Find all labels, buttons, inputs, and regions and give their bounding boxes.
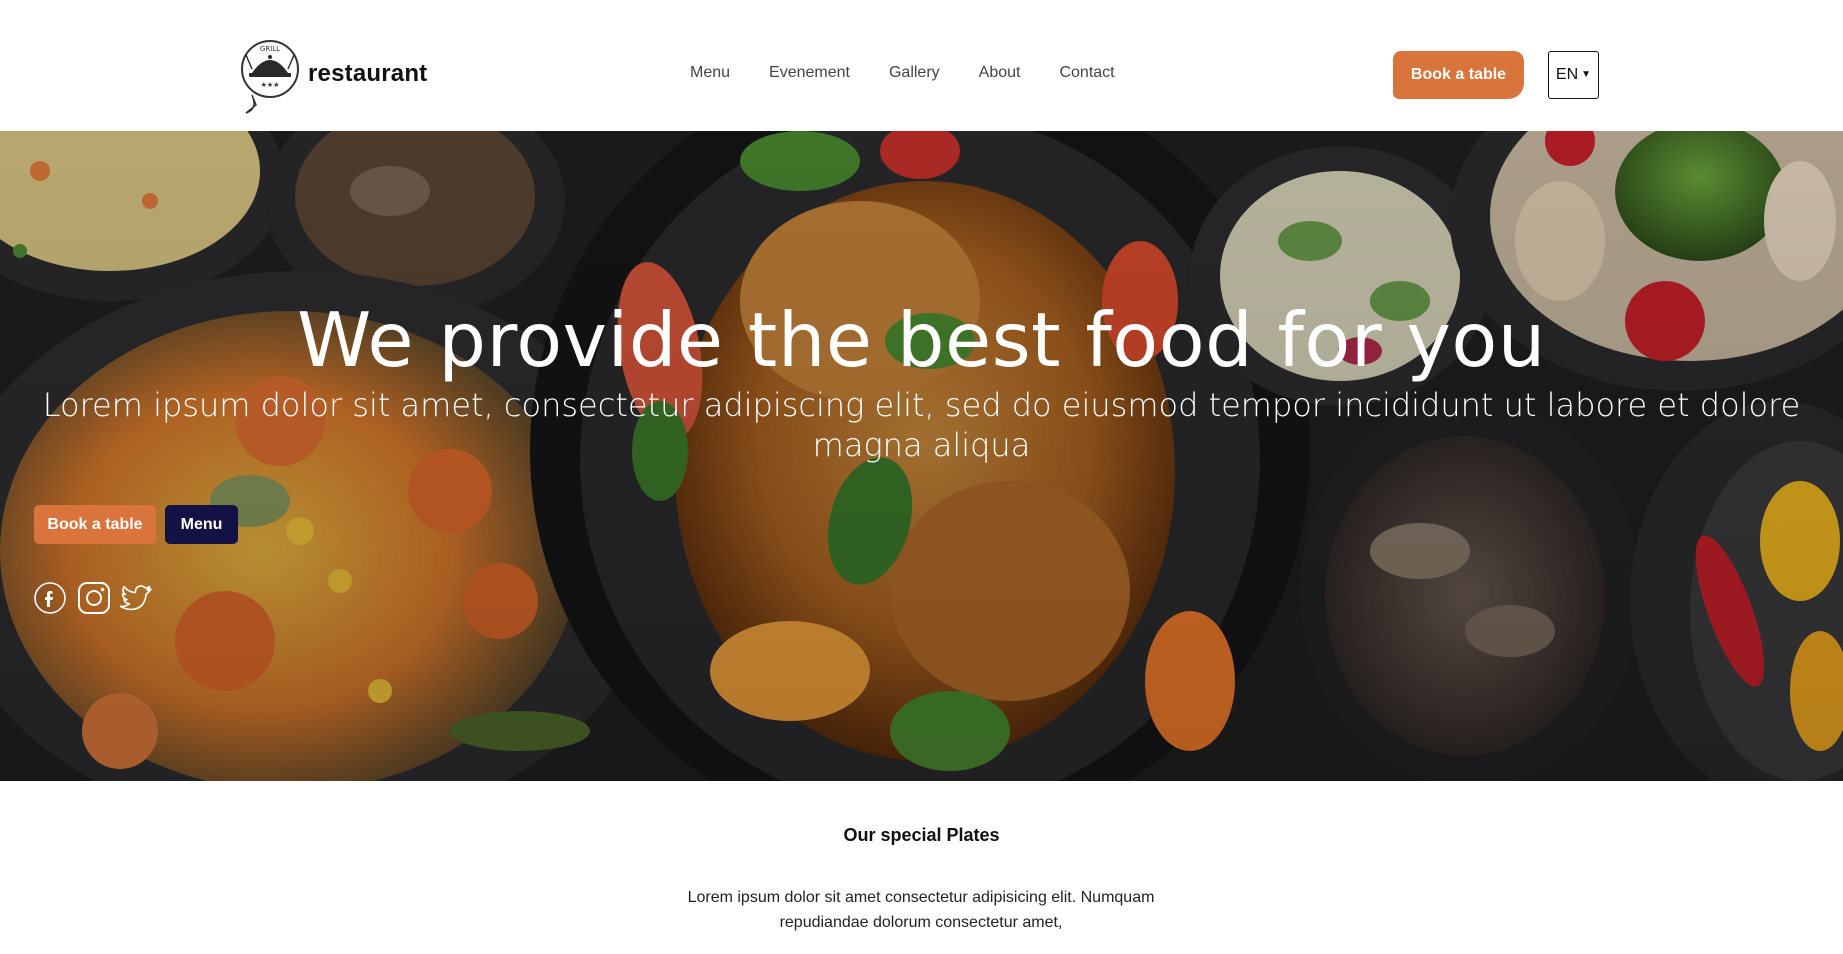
twitter-icon[interactable]: [120, 581, 154, 615]
nav-about[interactable]: About: [979, 64, 1021, 88]
hero-title: We provide the best food for you: [297, 296, 1546, 384]
nav-contact[interactable]: Contact: [1059, 64, 1114, 88]
logo[interactable]: GRILL ★★★ restaurant: [238, 33, 427, 115]
instagram-icon[interactable]: [77, 581, 111, 615]
svg-text:★★★: ★★★: [261, 81, 280, 89]
book-table-button[interactable]: Book a table: [1393, 51, 1524, 99]
site-header: GRILL ★★★ restaurant Menu Evenement Gall…: [0, 0, 1843, 131]
specials-text: Lorem ipsum dolor sit amet consectetur a…: [687, 889, 1155, 931]
language-value: EN: [1555, 66, 1579, 83]
hero-book-table-button[interactable]: Book a table: [34, 505, 156, 544]
specials-title: Our special Plates: [843, 825, 1000, 845]
hero-section: We provide the best food for you Lorem i…: [0, 131, 1843, 781]
language-select[interactable]: EN ▼: [1548, 51, 1599, 99]
chevron-down-icon: ▼: [1581, 68, 1592, 80]
hero-menu-button[interactable]: Menu: [165, 505, 238, 544]
nav-gallery[interactable]: Gallery: [889, 64, 940, 88]
svg-text:GRILL: GRILL: [260, 45, 280, 53]
cloche-icon: GRILL ★★★: [241, 40, 299, 114]
brand-name[interactable]: restaurant: [308, 60, 427, 88]
hero-subtitle: Lorem ipsum dolor sit amet, consectetur …: [42, 386, 1801, 464]
nav-menu[interactable]: Menu: [690, 64, 730, 88]
nav-evenement[interactable]: Evenement: [769, 64, 850, 88]
facebook-icon[interactable]: [33, 581, 67, 615]
main-nav: Menu Evenement Gallery About Contact: [690, 64, 1115, 88]
